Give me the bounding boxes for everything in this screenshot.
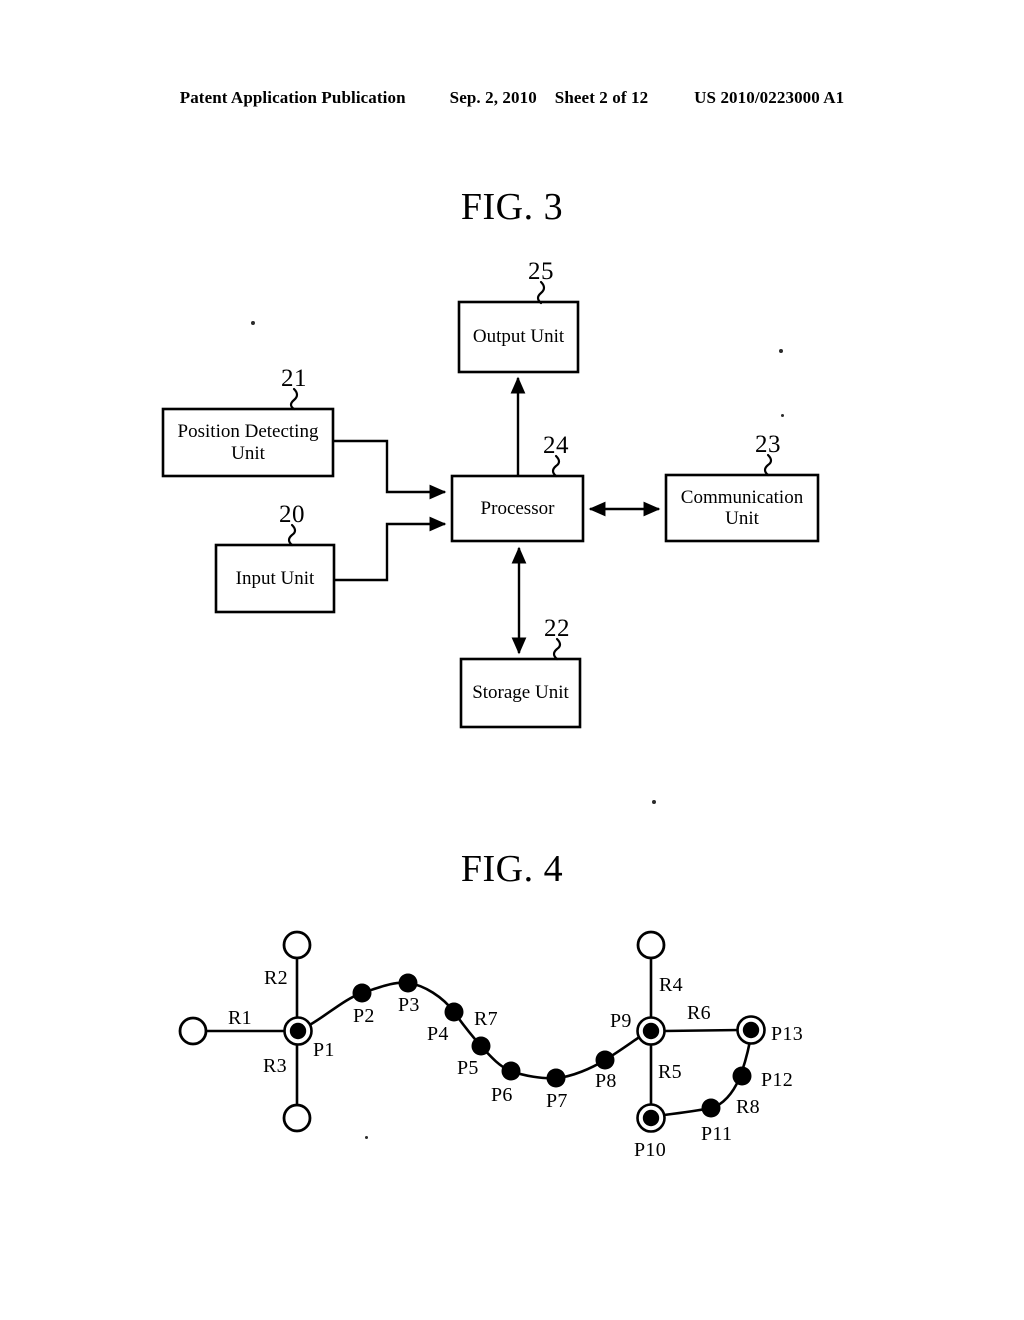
edge-label-R1: R1 [228,1007,252,1029]
node-dot-P3 [398,973,418,993]
header-date-text: Sep. 2, 2010 [449,88,537,107]
scan-speck [779,349,783,353]
figure-4-title: FIG. 4 [460,848,564,890]
open-endpoint-top-right [636,930,666,960]
scan-speck [781,414,784,417]
node-label-P12: P12 [761,1069,794,1091]
reference-numeral-22: 22 [544,615,570,642]
edge-label-R6: R6 [687,1002,711,1024]
reference-numeral-20: 20 [279,501,305,528]
connector-position-detecting-unit-to-processor [333,439,447,500]
node-label-P5: P5 [457,1057,479,1079]
connector-input-unit-to-processor [334,516,447,582]
header-patent-number: US 2010/0223000 A1 [694,88,845,107]
block-communication-unit-rect [664,473,820,543]
edge-label-R3: R3 [263,1055,287,1077]
node-dot-P11 [701,1098,721,1118]
edge-R6 [662,1028,742,1033]
node-dot-P8 [595,1050,615,1070]
node-label-P1: P1 [313,1039,335,1061]
block-storage-unit-rect [459,657,582,729]
reference-numeral-25: 25 [528,258,554,285]
block-output-unit-rect [457,300,580,374]
edge-label-R2: R2 [264,967,288,989]
node-label-P10: P10 [634,1139,667,1161]
edge-label-R8: R8 [736,1096,760,1118]
block-input-unit-rect [214,543,336,614]
edge-label-R5: R5 [658,1061,682,1083]
node-dot-P4 [444,1002,464,1022]
node-dot-P2 [352,983,372,1003]
open-endpoint-bottom-left [282,1103,312,1133]
node-double-circle-P13 [736,1015,766,1045]
figure-3-canvas [0,250,1024,770]
scan-speck [652,800,656,804]
node-label-P3: P3 [398,994,420,1016]
node-label-P7: P7 [546,1090,568,1112]
open-endpoint-left [178,1016,208,1046]
node-label-P6: P6 [491,1084,513,1106]
figure-3-title: FIG. 3 [460,186,564,228]
node-double-circle-P1 [283,1016,313,1046]
node-dot-P6 [501,1061,521,1081]
header-publication-text: Patent Application Publication [179,88,406,107]
figure-4-canvas [0,915,1024,1175]
block-position-detecting-unit-rect [161,407,335,478]
edge-label-R7: R7 [474,1008,498,1030]
scan-speck [251,321,255,325]
node-label-P8: P8 [595,1070,617,1092]
reference-numeral-21: 21 [281,365,307,392]
node-dot-P7 [546,1068,566,1088]
reference-numeral-24: 24 [543,432,569,459]
node-label-P11: P11 [701,1123,733,1145]
node-label-P13: P13 [771,1023,804,1045]
header-sheet-text: Sheet 2 of 12 [554,88,649,107]
node-dot-P5 [471,1036,491,1056]
node-dot-P12 [732,1066,752,1086]
open-endpoint-top-left [282,930,312,960]
page-header: Patent Application Publication Sep. 2, 2… [0,88,1024,108]
node-double-circle-P9 [636,1016,666,1046]
edge-label-R4: R4 [659,974,683,996]
block-processor-rect [450,474,585,543]
node-double-circle-P10 [636,1103,666,1133]
node-label-P2: P2 [353,1005,375,1027]
reference-numeral-23: 23 [755,431,781,458]
scan-speck [365,1136,368,1139]
node-label-P4: P4 [427,1023,449,1045]
node-label-P9: P9 [610,1010,632,1032]
